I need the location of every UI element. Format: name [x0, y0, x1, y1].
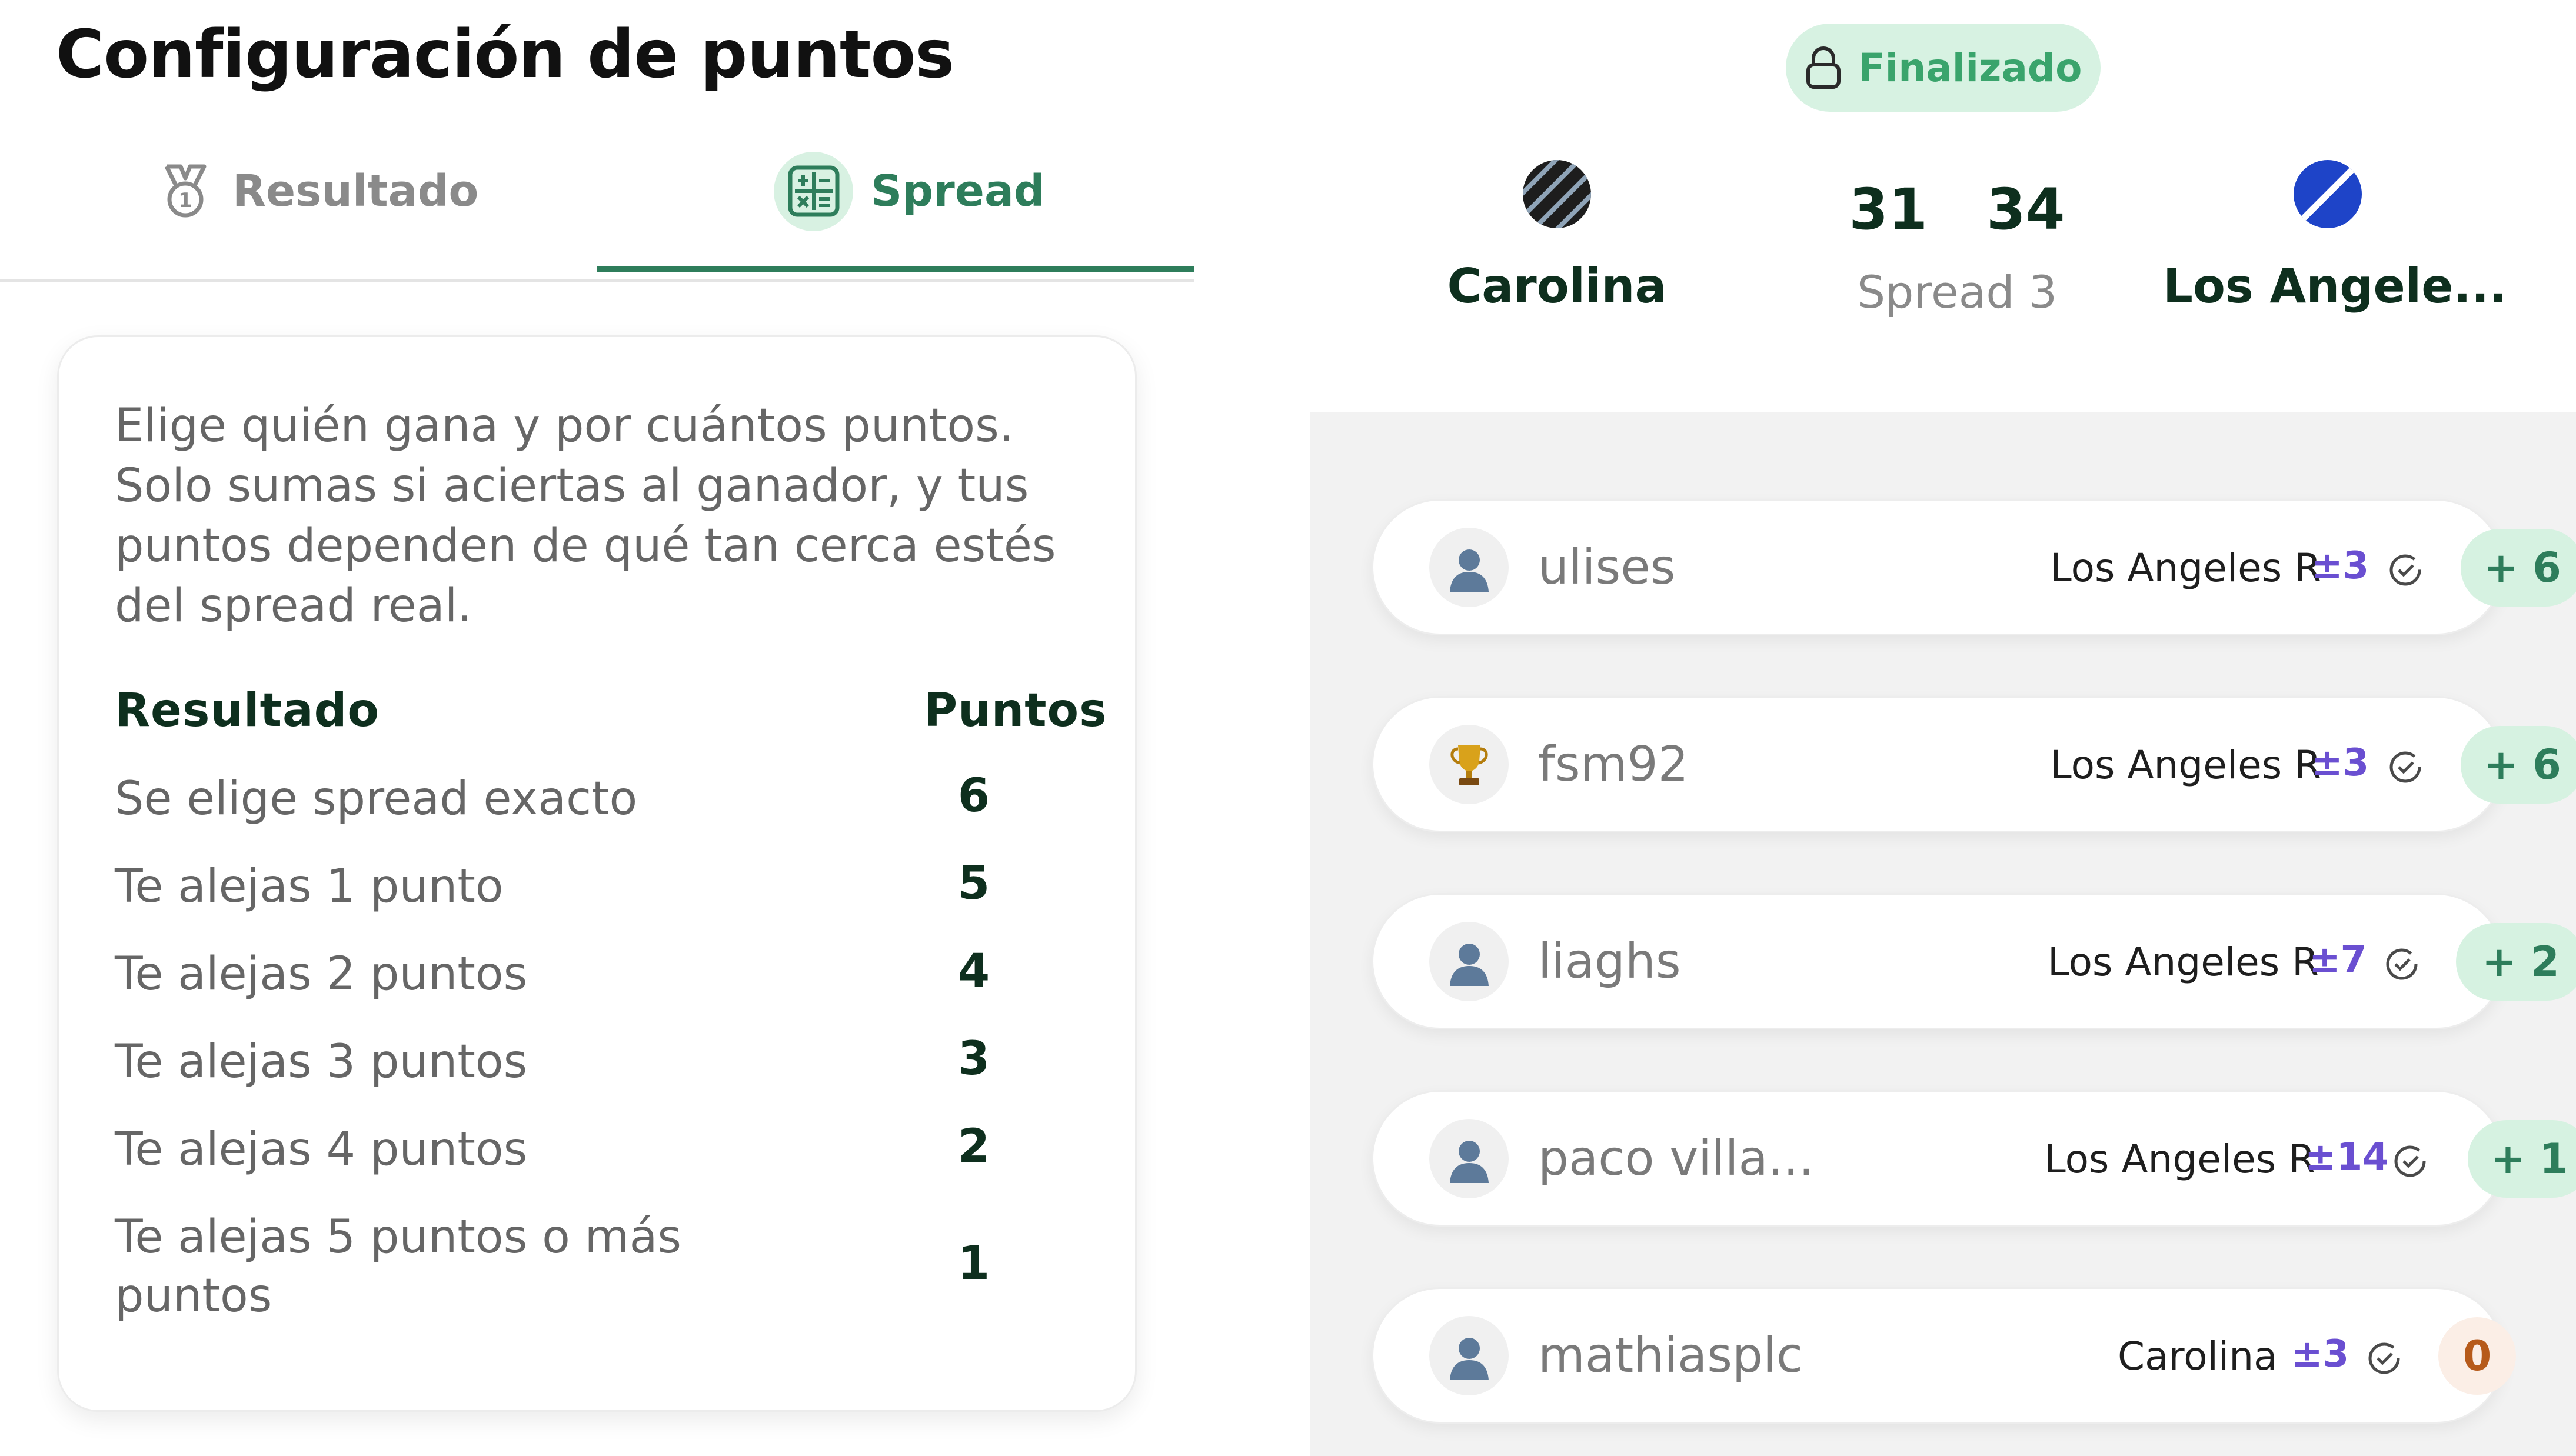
tab-bar: 1 Resultado Spread — [0, 138, 1194, 282]
picked-team: Carolina — [2118, 1334, 2278, 1379]
points-badge: + 6 — [2461, 726, 2576, 804]
row-label: Te alejas 1 punto — [115, 860, 504, 913]
list-item[interactable]: ulises Los Angeles R ±3 + 6 — [1372, 499, 2576, 635]
row-points: 4 — [957, 945, 990, 998]
row-points: 3 — [957, 1032, 990, 1085]
username: fsm92 — [1538, 737, 1689, 792]
home-team[interactable]: Carolina — [1392, 159, 1722, 314]
lock-icon — [1806, 46, 1841, 89]
picked-spread: ±3 — [2291, 1332, 2349, 1376]
match-results-panel: Finalizado Carolina 31 34 Spread 3 Los A… — [1310, 0, 2576, 1456]
rules-description: Elige quién gana y por cuántos puntos. S… — [115, 399, 1056, 632]
away-team-name: Los Angele... — [2163, 259, 2507, 314]
check-circle-icon — [2389, 554, 2421, 586]
active-tab-indicator — [597, 266, 1194, 272]
check-circle-icon — [2368, 1342, 2400, 1374]
user-avatar-icon — [1429, 1119, 1509, 1198]
row-label: Se elige spread exacto — [115, 772, 638, 825]
picked-spread: ±3 — [2311, 741, 2369, 785]
row-points: 2 — [957, 1120, 990, 1173]
rules-table-header: Resultado Puntos — [115, 684, 1107, 749]
home-score: 31 — [1849, 176, 1928, 242]
list-item[interactable]: paco villa... Los Angeles R ±14 + 1 — [1372, 1090, 2576, 1227]
header-puntos: Puntos — [924, 684, 1107, 737]
medal-icon: 1 — [156, 162, 215, 221]
check-circle-icon — [2386, 948, 2418, 980]
row-label: Te alejas 3 puntos — [115, 1035, 528, 1088]
row-points: 5 — [957, 857, 990, 910]
username: mathiasplc — [1538, 1328, 1803, 1384]
username: paco villa... — [1538, 1131, 1814, 1187]
page-title: Configuración de puntos — [56, 16, 954, 93]
away-score: 34 — [1986, 176, 2065, 242]
tab-spread-label: Spread — [871, 166, 1045, 216]
status-label: Finalizado — [1858, 45, 2082, 91]
blue-slash-circle-logo — [2292, 159, 2363, 229]
picked-team: Los Angeles R — [2050, 742, 2322, 788]
picked-team: Los Angeles R — [2044, 1137, 2316, 1182]
rules-card: Elige quién gana y por cuántos puntos. S… — [57, 335, 1137, 1412]
tab-spread[interactable]: Spread — [774, 150, 1045, 232]
picked-spread: ±7 — [2309, 938, 2367, 982]
away-team[interactable]: Los Angele... — [2163, 159, 2507, 314]
list-item[interactable]: mathiasplc Carolina ±3 0 — [1372, 1287, 2516, 1424]
row-label: Te alejas 4 puntos — [115, 1123, 528, 1176]
trophy-icon — [1429, 725, 1509, 804]
svg-text:1: 1 — [178, 189, 192, 212]
picked-team: Los Angeles R — [2048, 939, 2319, 985]
score-board: 31 34 Spread 3 — [1816, 176, 2098, 318]
calculator-icon — [774, 151, 853, 231]
user-avatar-icon — [1429, 922, 1509, 1001]
row-points: 6 — [957, 769, 990, 822]
username: liaghs — [1538, 934, 1681, 989]
striped-circle-logo — [1522, 159, 1592, 229]
points-config-panel: Configuración de puntos 1 Resultado Spre… — [0, 0, 1194, 1456]
home-team-name: Carolina — [1447, 259, 1667, 314]
user-avatar-icon — [1429, 1316, 1509, 1395]
spread-label: Spread 3 — [1856, 266, 2058, 318]
points-badge: + 2 — [2456, 923, 2576, 1001]
header-resultado: Resultado — [115, 684, 380, 737]
match-header: Finalizado Carolina 31 34 Spread 3 Los A… — [1310, 0, 2576, 412]
check-circle-icon — [2394, 1145, 2426, 1177]
list-item[interactable]: fsm92 Los Angeles R ±3 + 6 — [1372, 696, 2576, 832]
list-item[interactable]: liaghs Los Angeles R ±7 + 2 — [1372, 893, 2576, 1029]
points-badge: 0 — [2438, 1317, 2516, 1395]
row-points: 1 — [957, 1237, 990, 1290]
user-avatar-icon — [1429, 528, 1509, 607]
row-label: Te alejas 2 puntos — [115, 948, 528, 1001]
tab-resultado-label: Resultado — [232, 166, 479, 216]
status-badge: Finalizado — [1786, 24, 2101, 112]
check-circle-icon — [2389, 751, 2421, 783]
picked-spread: ±14 — [2305, 1135, 2389, 1179]
picked-team: Los Angeles R — [2050, 545, 2322, 591]
tab-resultado[interactable]: 1 Resultado — [156, 150, 478, 232]
picked-spread: ±3 — [2311, 544, 2369, 588]
username: ulises — [1538, 539, 1676, 595]
points-badge: + 6 — [2461, 529, 2576, 607]
points-badge: + 1 — [2468, 1120, 2576, 1198]
row-label: Te alejas 5 puntos o más puntos — [115, 1211, 682, 1322]
